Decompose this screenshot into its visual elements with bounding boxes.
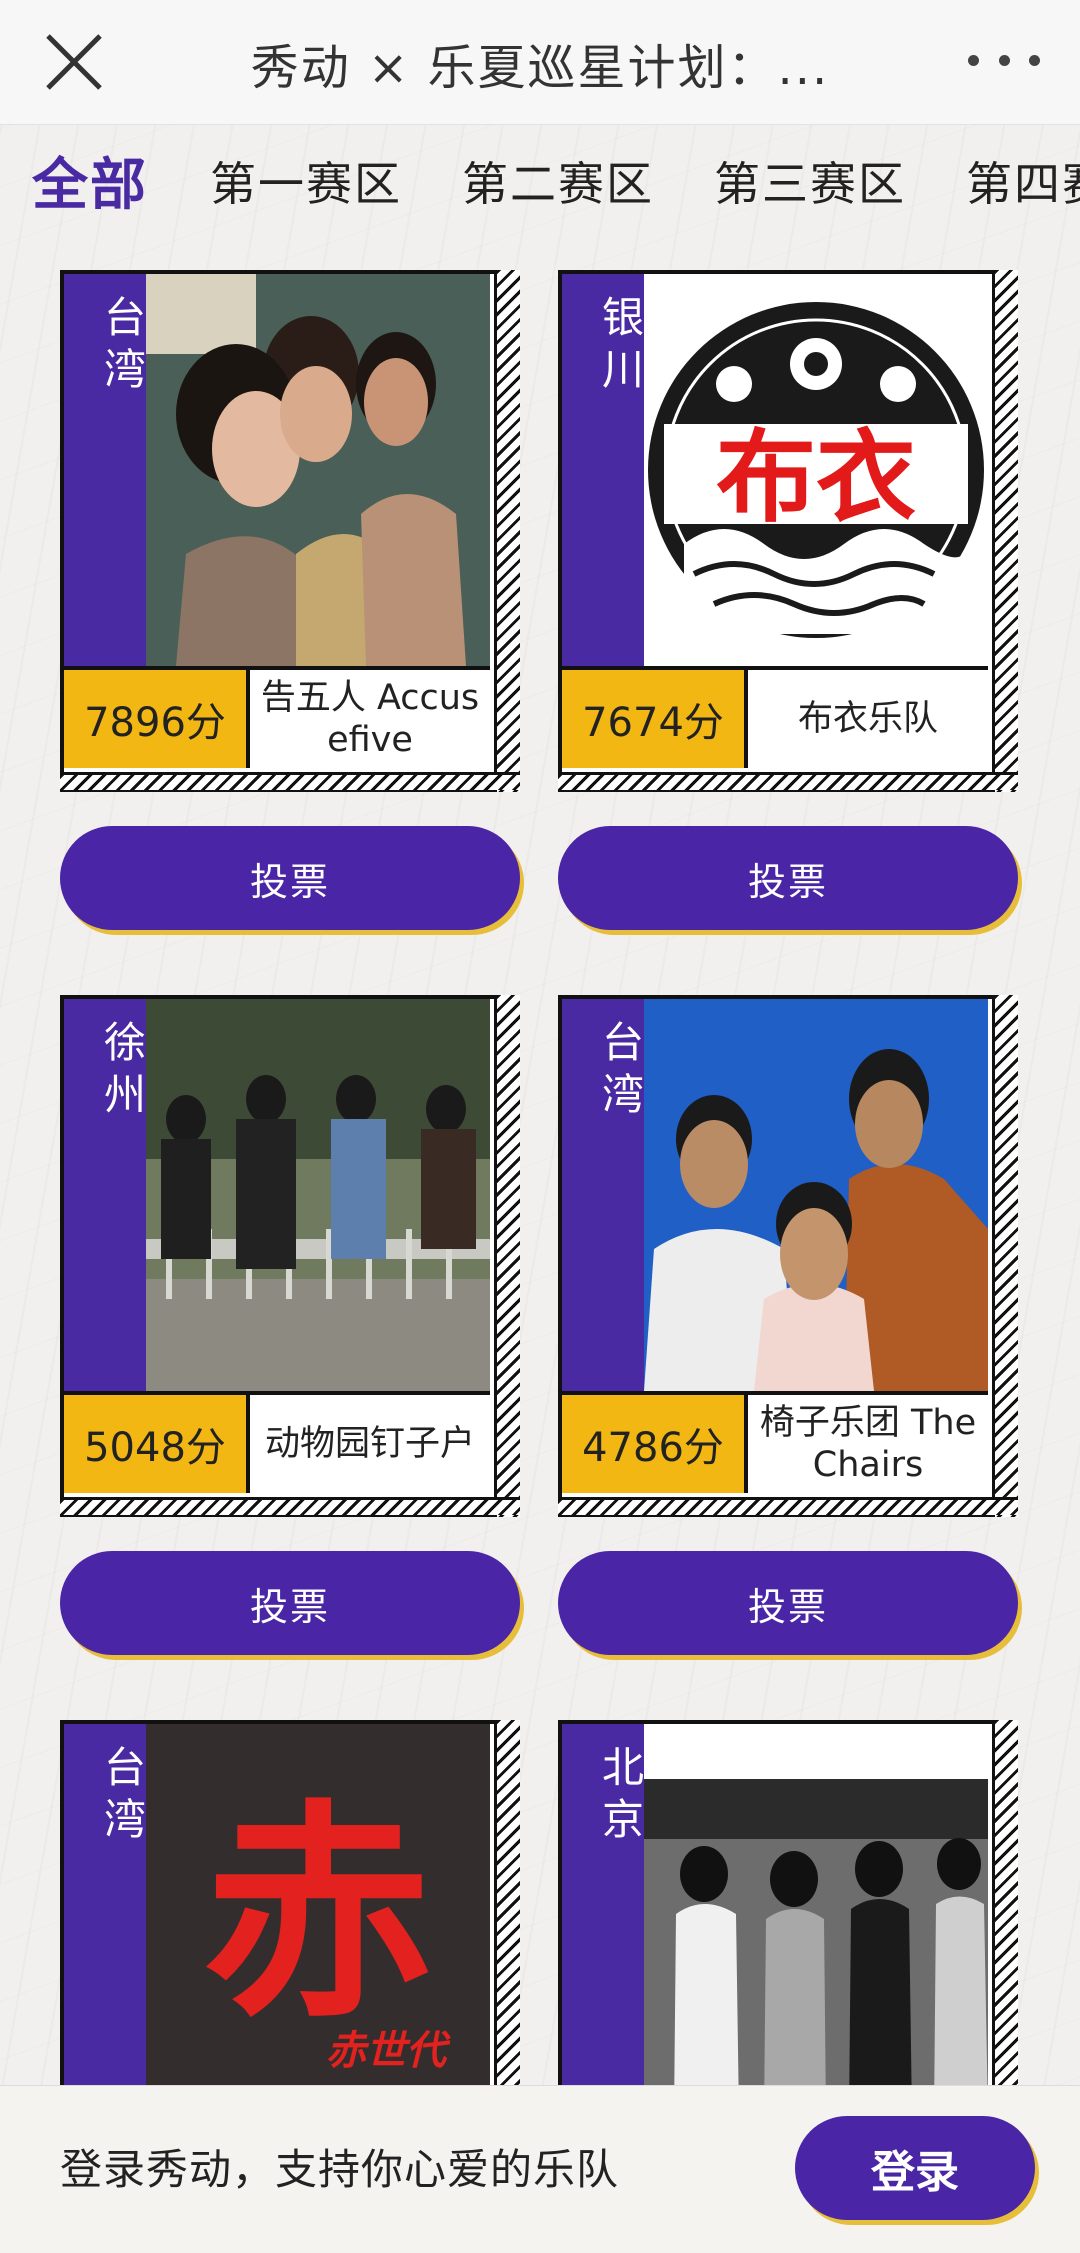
- tab-all[interactable]: 全部: [32, 140, 148, 221]
- score-badge: 7674分: [562, 666, 748, 768]
- card-stripes-bottom: [558, 772, 1018, 790]
- card-stripes-bottom: [60, 1497, 520, 1515]
- tab-region-1[interactable]: 第一赛区: [210, 148, 402, 214]
- card-stripes: [992, 270, 1018, 792]
- region-tabs: 全部 第一赛区 第二赛区 第三赛区 第四赛: [0, 130, 1080, 230]
- city-label: 徐州: [64, 999, 146, 1391]
- vote-button[interactable]: 投票: [60, 1551, 520, 1655]
- vote-button[interactable]: 投票: [558, 1551, 1018, 1655]
- band-photo: [644, 1724, 988, 2116]
- card-stripes: [494, 995, 520, 1517]
- band-name: 椅子乐团 The Chairs: [748, 1391, 988, 1493]
- band-card[interactable]: 徐州 5048分 动物园钉子户: [60, 995, 520, 1517]
- city-label: 台湾: [64, 274, 146, 666]
- band-photo: [146, 999, 490, 1391]
- login-button[interactable]: 登录: [795, 2116, 1035, 2220]
- login-bar: 登录秀动，支持你心爱的乐队 登录: [0, 2085, 1080, 2253]
- top-navbar: 秀动 × 乐夏巡星计划：...: [0, 0, 1080, 125]
- tab-region-4[interactable]: 第四赛: [966, 148, 1080, 214]
- band-card[interactable]: 银川 布衣 7674分 布衣乐队: [558, 270, 1018, 792]
- band-name: 动物园钉子户: [250, 1391, 490, 1493]
- page-title: 秀动 × 乐夏巡星计划：...: [250, 39, 830, 96]
- album-cover: 赤 赤世代: [146, 1724, 490, 2116]
- score-badge: 4786分: [562, 1391, 748, 1493]
- card-stripes-bottom: [558, 1497, 1018, 1515]
- city-label: 台湾: [562, 999, 644, 1391]
- tab-region-2[interactable]: 第二赛区: [462, 148, 654, 214]
- score-badge: 7896分: [64, 666, 250, 768]
- band-photo: [146, 274, 490, 666]
- band-photo: [644, 999, 988, 1391]
- band-logo: 布衣: [644, 274, 988, 666]
- card-stripes: [992, 995, 1018, 1517]
- album-sub-text: 赤世代: [326, 2028, 451, 2074]
- album-logo-text: 赤: [203, 1782, 433, 2049]
- close-icon[interactable]: [42, 30, 106, 94]
- score-badge: 5048分: [64, 1391, 250, 1493]
- logo-text: 布衣: [716, 419, 916, 536]
- city-label: 台湾: [64, 1724, 146, 2116]
- band-card[interactable]: 台湾 7896分 告五人 Accusefive: [60, 270, 520, 792]
- band-card[interactable]: 台湾 4786分 椅子乐团 The Chairs: [558, 995, 1018, 1517]
- band-name: 布衣乐队: [748, 666, 988, 768]
- card-stripes-bottom: [60, 772, 520, 790]
- more-dots-icon[interactable]: [968, 48, 1040, 72]
- city-label: 银川: [562, 274, 644, 666]
- card-stripes: [494, 270, 520, 792]
- band-name: 告五人 Accusefive: [250, 666, 490, 768]
- login-prompt: 登录秀动，支持你心爱的乐队: [60, 2145, 620, 2194]
- vote-button[interactable]: 投票: [60, 826, 520, 930]
- city-label: 北京: [562, 1724, 644, 2116]
- tab-region-3[interactable]: 第三赛区: [714, 148, 906, 214]
- vote-button[interactable]: 投票: [558, 826, 1018, 930]
